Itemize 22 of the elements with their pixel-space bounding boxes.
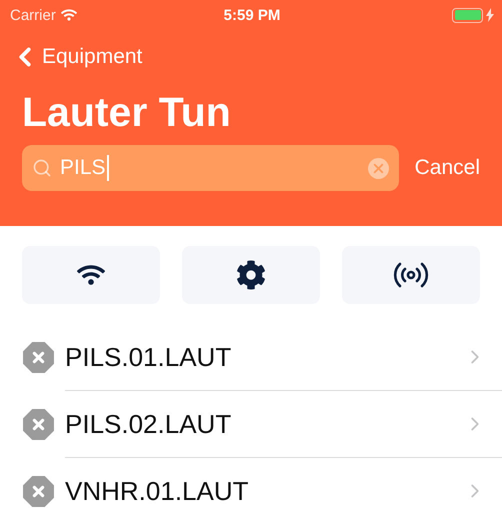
charging-icon [486,8,494,22]
signal-icon [60,7,77,23]
octagon-x-icon [22,340,55,374]
broadcast-button[interactable] [342,246,480,304]
broadcast-icon [393,261,429,289]
equipment-row[interactable]: PILS.02.LAUT [65,391,502,458]
equipment-row[interactable]: VNHR.01.LAUT [65,458,502,525]
settings-icon [236,260,266,290]
equipment-name: VNHR.01.LAUT [65,476,250,506]
settings-button[interactable] [182,246,320,304]
equipment-row[interactable]: PILS.01.LAUT [65,324,502,391]
page-title: Lauter Tun [22,88,232,137]
search-icon [32,158,52,178]
battery-icon [452,8,484,22]
status-time: 5:59 PM [224,6,280,24]
search-text: PILS [60,156,106,180]
carrier-label: Carrier [10,6,56,24]
octagon-x-icon [22,474,55,508]
equipment-name: PILS.01.LAUT [65,342,232,372]
equipment-name: PILS.02.LAUT [65,408,232,440]
wifi-button[interactable] [22,246,160,304]
octagon-x-icon [22,408,55,440]
